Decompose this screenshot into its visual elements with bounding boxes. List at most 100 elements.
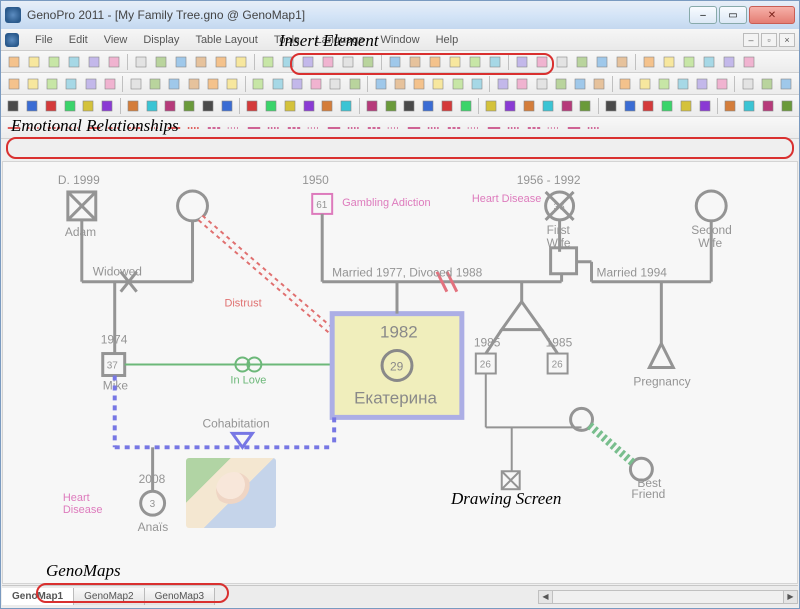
mdi-restore-button[interactable]: ▫	[761, 33, 777, 47]
node-first-wife[interactable]: 1956 - 1992 Heart Disease 36 FirstWife	[472, 173, 581, 250]
node-anais[interactable]: 2008 3 HeartDisease Anaïs	[63, 447, 168, 534]
sq-w-button[interactable]	[439, 97, 456, 115]
sq-v-button[interactable]	[420, 97, 437, 115]
print-button[interactable]	[85, 53, 103, 71]
sq-q-button[interactable]	[319, 97, 336, 115]
zoom-out-button[interactable]	[63, 75, 80, 93]
menu-tablelayout[interactable]: Table Layout	[189, 32, 263, 48]
close-button[interactable]: ✕	[749, 6, 795, 24]
sq-am-button[interactable]	[760, 97, 777, 115]
er-solid1-button[interactable]	[205, 119, 223, 137]
align-center-button[interactable]	[166, 75, 183, 93]
new-child-button[interactable]	[339, 53, 357, 71]
sq-d-button[interactable]	[61, 97, 78, 115]
sq-ag-button[interactable]	[640, 97, 657, 115]
text-left-button[interactable]	[552, 75, 569, 93]
er-loop1-button[interactable]	[425, 119, 443, 137]
maximize-button[interactable]: ▭	[719, 6, 747, 24]
italic2-button[interactable]	[533, 75, 550, 93]
sq-u-button[interactable]	[401, 97, 418, 115]
er-arr1-button[interactable]	[545, 119, 563, 137]
node-pregnancy[interactable]: Pregnancy	[633, 282, 690, 389]
sq-b-button[interactable]	[24, 97, 41, 115]
scroll-right-button[interactable]: ▶	[783, 591, 797, 603]
new-couple-button[interactable]	[386, 53, 404, 71]
fill-button[interactable]	[636, 75, 653, 93]
twins-button[interactable]	[406, 53, 424, 71]
er-7-button[interactable]	[125, 119, 143, 137]
sq-ak-button[interactable]	[722, 97, 739, 115]
undo-button[interactable]	[192, 53, 210, 71]
zoom-sel-button[interactable]	[101, 75, 118, 93]
paste-button[interactable]	[172, 53, 190, 71]
save-button[interactable]	[45, 53, 63, 71]
align-top-button[interactable]	[204, 75, 221, 93]
er-jag3-button[interactable]	[525, 119, 543, 137]
bold-button[interactable]	[573, 53, 591, 71]
scroll-left-button[interactable]: ◀	[539, 591, 553, 603]
shape-button[interactable]	[553, 53, 571, 71]
unlink-button[interactable]	[466, 53, 484, 71]
er-dbl3-button[interactable]	[305, 119, 323, 137]
sq-ab-button[interactable]	[539, 97, 556, 115]
open-button[interactable]	[25, 53, 43, 71]
er-wave5-button[interactable]	[405, 119, 423, 137]
menu-help[interactable]: Help	[430, 32, 465, 48]
drawing-canvas[interactable]: D. 1999 Adam Widowed 1950	[2, 161, 798, 584]
print-preview-button[interactable]	[105, 53, 123, 71]
er-3-button[interactable]	[45, 119, 63, 137]
sq-aa-button[interactable]	[521, 97, 538, 115]
sq-r-button[interactable]	[338, 97, 355, 115]
sq-ac-button[interactable]	[558, 97, 575, 115]
menu-view[interactable]: View	[98, 32, 134, 48]
ungroup-button[interactable]	[411, 75, 428, 93]
group-button[interactable]	[391, 75, 408, 93]
er-2-button[interactable]	[25, 119, 43, 137]
er-loop2-button[interactable]	[445, 119, 463, 137]
italic-button[interactable]	[593, 53, 611, 71]
node-adam[interactable]: D. 1999 Adam	[58, 173, 100, 239]
text-right-button[interactable]	[591, 75, 608, 93]
sq-x-button[interactable]	[457, 97, 474, 115]
er-6-button[interactable]	[105, 119, 123, 137]
grid-button[interactable]	[778, 75, 795, 93]
sq-e-button[interactable]	[80, 97, 97, 115]
er-solid2-button[interactable]	[225, 119, 243, 137]
tab-genomap2[interactable]: GenoMap2	[74, 588, 144, 605]
lock-button[interactable]	[758, 75, 775, 93]
sq-aj-button[interactable]	[696, 97, 713, 115]
menu-tools[interactable]: Tools	[268, 32, 306, 48]
cut-button[interactable]	[132, 53, 150, 71]
er-5-button[interactable]	[85, 119, 103, 137]
sq-ae-button[interactable]	[603, 97, 620, 115]
er-arr3-button[interactable]	[585, 119, 603, 137]
er-4-button[interactable]	[65, 119, 83, 137]
menu-language[interactable]: Language	[310, 32, 371, 48]
save-all-button[interactable]	[65, 53, 83, 71]
node-ekaterina[interactable]: 1982 29 Екатерина	[332, 282, 462, 418]
menu-file[interactable]: File	[29, 32, 59, 48]
mdi-minimize-button[interactable]: –	[743, 33, 759, 47]
sq-h-button[interactable]	[143, 97, 160, 115]
back-z-button[interactable]	[449, 75, 466, 93]
mdi-close-button[interactable]: ×	[779, 33, 795, 47]
new-parent-button[interactable]	[359, 53, 377, 71]
pan-button[interactable]	[127, 75, 144, 93]
sq-al-button[interactable]	[741, 97, 758, 115]
er-solid3-button[interactable]	[245, 119, 263, 137]
bold2-button[interactable]	[514, 75, 531, 93]
sq-z-button[interactable]	[502, 97, 519, 115]
sq-j-button[interactable]	[181, 97, 198, 115]
rel-twin-family[interactable]	[486, 373, 582, 489]
pet-button[interactable]	[299, 53, 317, 71]
node-twins[interactable]: 1985 26 1985 26	[474, 282, 573, 374]
person-photo[interactable]	[186, 458, 276, 528]
er-1-button[interactable]	[5, 119, 23, 137]
er-9-button[interactable]	[165, 119, 183, 137]
sq-ah-button[interactable]	[659, 97, 676, 115]
er-wave4-button[interactable]	[385, 119, 403, 137]
underline-button[interactable]	[613, 53, 631, 71]
line-button[interactable]	[655, 75, 672, 93]
rel-widowed[interactable]: Widowed	[82, 220, 193, 292]
sq-y-button[interactable]	[483, 97, 500, 115]
